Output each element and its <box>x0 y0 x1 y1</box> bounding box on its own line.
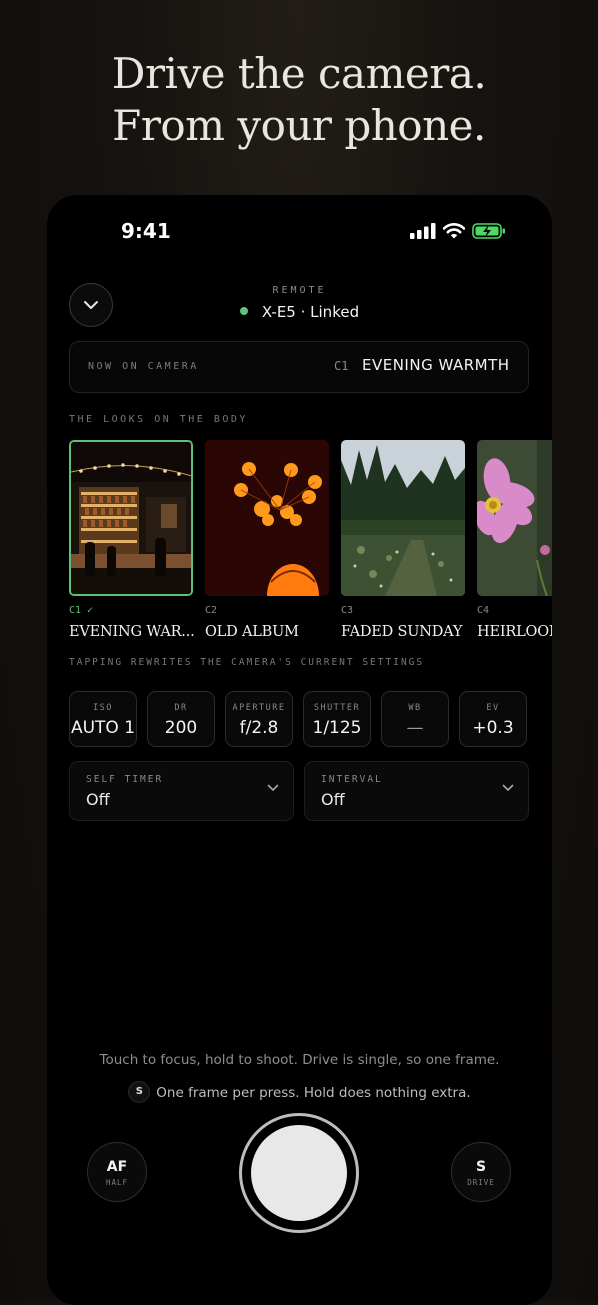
drive-hint-text: One frame per press. Hold does nothing e… <box>156 1085 471 1101</box>
chevron-down-icon <box>267 784 279 792</box>
setting-label: APERTURE <box>232 703 286 713</box>
drive-sublabel: DRIVE <box>467 1178 495 1187</box>
look-thumbnail <box>69 440 193 596</box>
now-on-camera-name: EVENING WARMTH <box>362 356 510 374</box>
status-time: 9:41 <box>121 219 171 243</box>
headline-line-1: Drive the camera. <box>111 49 487 98</box>
af-label: AF <box>106 1159 128 1175</box>
setting-value: — <box>406 718 424 738</box>
self-timer-dropdown[interactable]: SELF TIMER Off <box>69 761 294 821</box>
looks-section-label: THE LOOKS ON THE BODY <box>69 414 248 425</box>
status-bar: 9:41 <box>47 217 552 247</box>
drive-label: S <box>475 1159 487 1175</box>
setting-wb[interactable]: WB — <box>381 691 449 747</box>
phone-screen: 9:41 REMOTE X-E5 · Linked NOW ON CAMERA … <box>47 195 552 1305</box>
setting-label: DR <box>174 703 188 713</box>
drive-badge: S <box>128 1081 151 1103</box>
status-icons <box>410 222 506 240</box>
look-name: FADED SUNDAY <box>341 624 463 640</box>
look-card-c4[interactable]: C4 HEIRLOOM <box>477 440 552 640</box>
af-button[interactable]: AF HALF <box>87 1142 147 1202</box>
setting-dr[interactable]: DR 200 <box>147 691 215 747</box>
af-sublabel: HALF <box>105 1178 129 1187</box>
look-card-c1[interactable]: C1 ✓ EVENING WAR... <box>69 440 195 640</box>
shutter-hint: Touch to focus, hold to shoot. Drive is … <box>99 1052 500 1068</box>
now-on-camera-card: NOW ON CAMERA C1 EVENING WARMTH <box>69 341 529 393</box>
look-thumbnail <box>341 440 465 596</box>
self-timer-label: SELF TIMER <box>86 774 164 785</box>
look-code: C1 ✓ <box>69 605 94 616</box>
marketing-headline: Drive the camera. From your phone. <box>0 48 598 152</box>
connection-dot <box>239 306 248 315</box>
setting-value: 200 <box>164 718 198 738</box>
drive-hint: S One frame per press. Hold does nothing … <box>47 1081 552 1104</box>
look-thumbnail <box>205 440 329 596</box>
looks-carousel[interactable]: C1 ✓ EVENING WAR... C2 OLD ALBUM C3 FADE… <box>69 440 552 650</box>
setting-ev[interactable]: EV +0.3 <box>459 691 527 747</box>
look-code: C3 <box>341 605 354 616</box>
drive-button[interactable]: S DRIVE <box>451 1142 511 1202</box>
look-name: HEIRLOOM <box>477 624 552 640</box>
setting-value: 1/125 <box>312 718 362 738</box>
setting-label: EV <box>486 703 500 713</box>
shutter-button-inner <box>251 1125 347 1221</box>
battery-charging-icon <box>472 223 505 239</box>
now-on-camera-label: NOW ON CAMERA <box>88 361 199 372</box>
shutter-button[interactable] <box>239 1113 359 1233</box>
look-name: EVENING WAR... <box>69 624 195 640</box>
setting-iso[interactable]: ISO AUTO 1 <box>69 691 137 747</box>
look-name: OLD ALBUM <box>205 624 299 640</box>
headline-line-2: From your phone. <box>112 101 486 150</box>
look-code: C4 <box>477 605 490 616</box>
setting-label: SHUTTER <box>313 703 361 713</box>
look-card-c3[interactable]: C3 FADED SUNDAY <box>341 440 465 640</box>
look-thumbnail <box>477 440 552 596</box>
look-code: C2 <box>205 605 218 616</box>
setting-value: AUTO 1 <box>70 718 136 738</box>
interval-label: INTERVAL <box>321 774 383 785</box>
setting-aperture[interactable]: APERTURE f/2.8 <box>225 691 293 747</box>
device-name: X-E5 · Linked <box>261 303 360 321</box>
exposure-settings-row: ISO AUTO 1 DR 200 APERTURE f/2.8 SHUTTER… <box>69 691 529 749</box>
device-status: X-E5 · Linked <box>47 303 552 321</box>
now-on-camera-code: C1 <box>334 359 349 373</box>
setting-value: f/2.8 <box>239 718 279 738</box>
chevron-down-icon <box>502 784 514 792</box>
looks-note: TAPPING REWRITES THE CAMERA'S CURRENT SE… <box>69 657 425 668</box>
wifi-icon <box>443 223 465 239</box>
self-timer-value: Off <box>86 790 110 809</box>
interval-value: Off <box>321 790 345 809</box>
interval-dropdown[interactable]: INTERVAL Off <box>304 761 529 821</box>
remote-label: REMOTE <box>272 285 327 296</box>
setting-label: WB <box>408 703 422 713</box>
setting-label: ISO <box>93 703 113 713</box>
signal-icon <box>410 223 436 239</box>
setting-value: +0.3 <box>472 718 514 738</box>
look-card-c2[interactable]: C2 OLD ALBUM <box>205 440 329 640</box>
setting-shutter[interactable]: SHUTTER 1/125 <box>303 691 371 747</box>
